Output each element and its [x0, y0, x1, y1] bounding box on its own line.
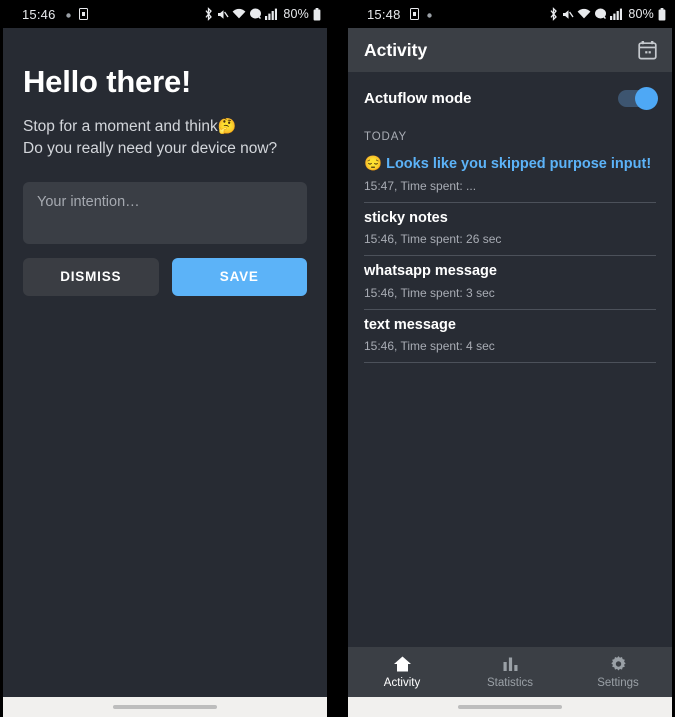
list-item-title: text message [364, 316, 456, 333]
app-bar: Activity [348, 28, 672, 72]
left-gesture-area [3, 697, 327, 717]
activity-screen: Activity Actuflow mode TODAY 😔 Looks lik… [348, 28, 672, 697]
status-clock: 15:48 [367, 6, 401, 22]
status-notification-icons [65, 8, 88, 20]
list-item-title: whatsapp message [364, 263, 497, 280]
mute-icon [218, 9, 229, 19]
intention-input-placeholder: Your intention… [37, 193, 140, 210]
nav-item-statistics[interactable]: Statistics [456, 655, 564, 689]
bluetooth-icon [205, 7, 213, 21]
battery-icon [313, 7, 321, 20]
signal-icon [610, 8, 623, 20]
list-item-title-text: Looks like you skipped purpose input! [386, 156, 652, 172]
signal-icon [265, 8, 278, 20]
home-icon [393, 656, 411, 672]
actuflow-mode-label: Actuflow mode [364, 89, 472, 107]
save-button[interactable]: SAVE [171, 257, 307, 296]
dot-icon [65, 12, 71, 18]
right-gesture-area [348, 697, 672, 717]
status-system-icons: 80% [548, 7, 666, 21]
sim-icon [78, 8, 88, 20]
left-phone-screen: 15:46 80% Hello there! Stop for a moment… [0, 0, 330, 717]
list-item[interactable]: whatsapp message 15:46, Time spent: 3 se… [364, 256, 656, 310]
status-notification-icons [409, 8, 433, 20]
nav-item-settings[interactable]: Settings [564, 655, 672, 689]
list-item[interactable]: sticky notes 15:46, Time spent: 26 sec [364, 203, 656, 257]
thinking-face-icon: 🤔 [217, 118, 237, 135]
actuflow-mode-row[interactable]: Actuflow mode [348, 76, 672, 120]
right-status-bar: 15:48 80% [345, 0, 675, 28]
chart-icon [503, 657, 517, 671]
nav-item-label: Settings [597, 677, 639, 689]
battery-percent: 80% [283, 7, 309, 21]
wifi-icon [577, 8, 591, 19]
actuflow-mode-toggle[interactable] [618, 86, 658, 110]
app-bar-title: Activity [364, 39, 428, 60]
intention-dialog-body: Hello there! Stop for a moment and think… [3, 28, 327, 691]
bluetooth-icon [550, 7, 558, 21]
list-item-subtitle: 15:46, Time spent: 4 sec [364, 339, 495, 354]
list-item-title: sticky notes [364, 209, 448, 226]
activity-list: TODAY 😔 Looks like you skipped purpose i… [348, 120, 672, 647]
dual-screenshot-container: 15:46 80% Hello there! Stop for a moment… [0, 0, 675, 717]
prompt-line-2: Do you really need your device now? [23, 140, 278, 158]
dialog-button-row: DISMISS SAVE [23, 257, 307, 296]
calendar-icon[interactable] [637, 40, 658, 61]
list-item-subtitle: 15:46, Time spent: 3 sec [364, 285, 495, 300]
sim-icon [409, 8, 419, 20]
battery-percent: 80% [628, 7, 654, 21]
bottom-navigation: Activity Statistics Settings [348, 647, 672, 697]
list-item[interactable]: text message 15:46, Time spent: 4 sec [364, 310, 656, 364]
vpn-icon [595, 8, 607, 19]
page-title: Hello there! [23, 64, 192, 99]
intention-input[interactable]: Your intention… [23, 181, 307, 244]
right-phone-screen: 15:48 80% Activity Actuflow mode TODAY 😔… [345, 0, 675, 717]
gesture-handle[interactable] [458, 705, 562, 709]
wifi-icon [232, 8, 246, 19]
status-clock: 15:46 [22, 6, 56, 22]
mute-icon [563, 9, 574, 19]
vpn-icon [250, 8, 262, 19]
prompt-text: Stop for a moment and think🤔 Do you real… [23, 116, 307, 161]
nav-item-label: Statistics [486, 677, 533, 689]
gear-icon [610, 656, 626, 671]
dismiss-button[interactable]: DISMISS [23, 257, 159, 296]
day-section-label: TODAY [364, 131, 408, 143]
list-item-subtitle: 15:46, Time spent: 26 sec [364, 232, 502, 247]
gesture-handle[interactable] [113, 705, 217, 709]
battery-icon [658, 7, 666, 20]
left-status-bar: 15:46 80% [0, 0, 330, 28]
status-system-icons: 80% [203, 7, 321, 21]
dot-icon [426, 12, 432, 18]
list-item-title: 😔 Looks like you skipped purpose input! [364, 155, 656, 175]
toggle-knob [635, 86, 658, 110]
prompt-line-1: Stop for a moment and think [23, 118, 218, 135]
list-item-subtitle: 15:47, Time spent: ... [364, 178, 477, 193]
pensive-face-icon: 😔 [364, 156, 383, 172]
list-item[interactable]: 😔 Looks like you skipped purpose input! … [364, 149, 656, 203]
nav-item-activity[interactable]: Activity [348, 655, 456, 689]
nav-item-label: Activity [383, 677, 421, 689]
